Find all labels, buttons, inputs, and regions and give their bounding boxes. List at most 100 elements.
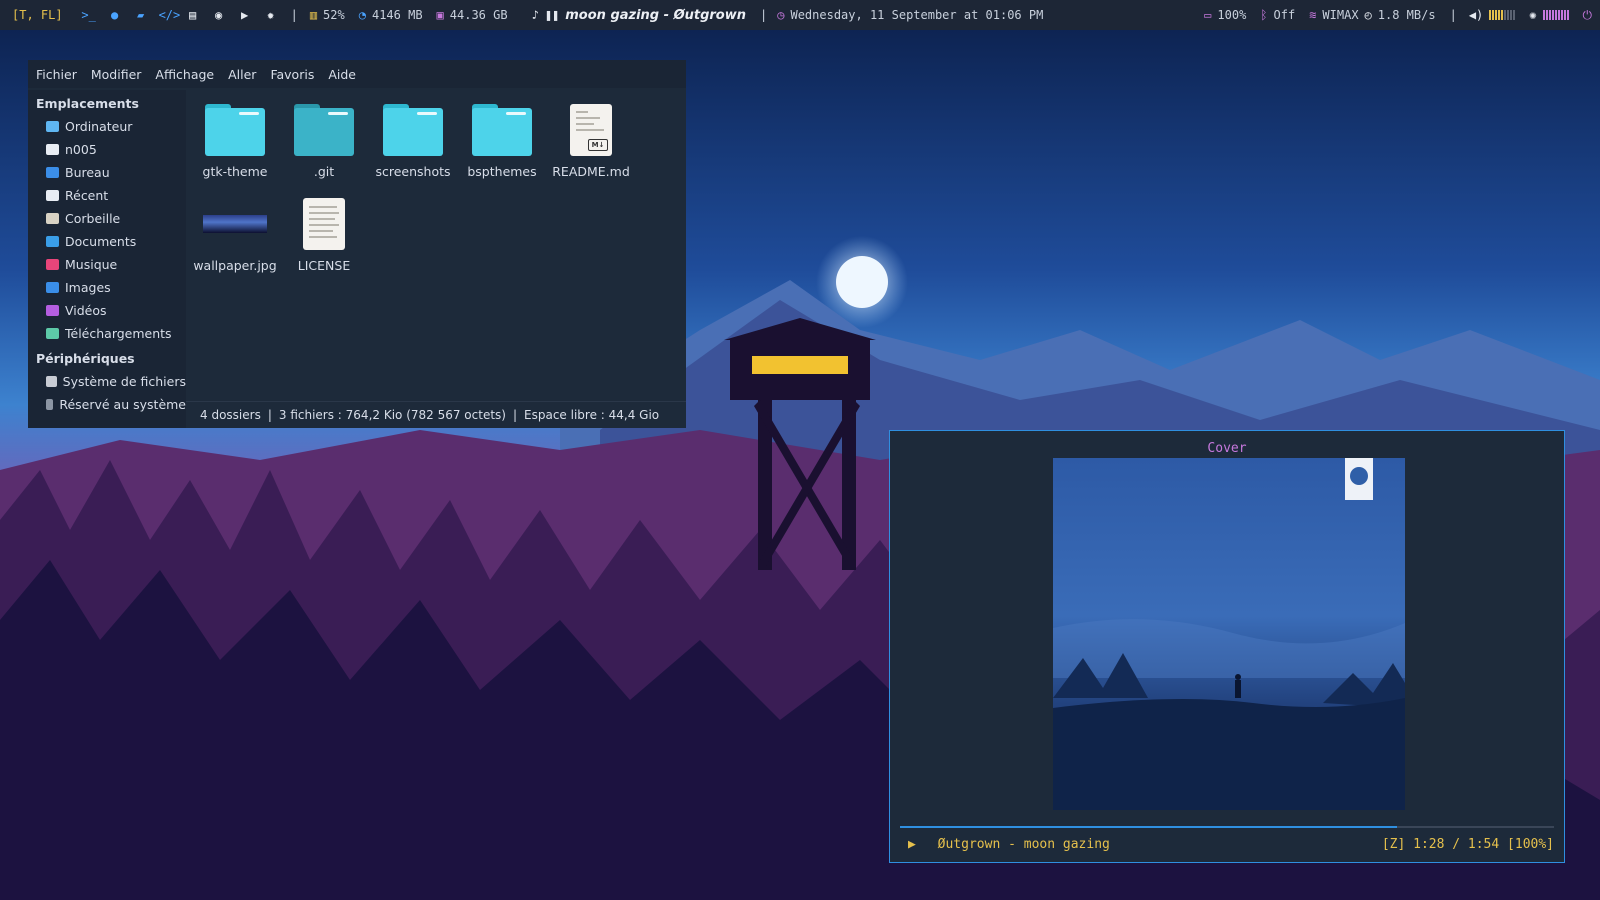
lofi-records-logo xyxy=(1345,458,1373,500)
sidebar-item-ordinateur[interactable]: Ordinateur xyxy=(28,115,186,138)
file-view: gtk-theme .git screenshots bspthemes M↓ … xyxy=(186,90,686,402)
datetime-value[interactable]: Wednesday, 11 September at 01:06 PM xyxy=(790,8,1043,22)
power-menu-icon[interactable]: ⏻ xyxy=(1583,8,1593,23)
code-icon[interactable]: </> xyxy=(159,8,181,22)
brightness-icon: ✺ xyxy=(1529,8,1537,22)
files-icon[interactable]: ▰ xyxy=(133,8,149,22)
drive-icon xyxy=(46,399,54,410)
sidebar-item-label: Bureau xyxy=(65,165,110,180)
status-files: 3 fichiers : 764,2 Kio (782 567 octets) xyxy=(278,408,506,422)
documents-folder-icon xyxy=(46,236,59,247)
sidebar-item-label: Vidéos xyxy=(65,303,107,318)
menu-aide[interactable]: Aide xyxy=(328,67,356,82)
sidebar-item-label: n005 xyxy=(65,142,97,157)
album-cover-art xyxy=(1053,458,1405,810)
text-file-icon xyxy=(303,198,345,250)
desktop-icon xyxy=(46,167,59,178)
file-item-git[interactable]: .git xyxy=(279,104,369,179)
top-status-bar: [T, FL] >_ ● ▰ </> ▤ ◉ ▶ ✹ | ▥ 52% ◔ 414… xyxy=(0,0,1600,30)
folder-icon xyxy=(294,104,354,156)
sidebar-item-images[interactable]: Images xyxy=(28,276,186,299)
playback-progress-bar[interactable] xyxy=(900,826,1554,828)
sidebar-item-label: Téléchargements xyxy=(65,326,172,341)
network-speed: 1.8 MB/s xyxy=(1377,8,1436,22)
workspace-indicator[interactable]: [T, FL] xyxy=(12,8,63,22)
menu-affichage[interactable]: Affichage xyxy=(155,67,214,82)
chat-icon[interactable]: ◉ xyxy=(211,8,227,22)
music-folder-icon xyxy=(46,259,59,270)
bluetooth-icon: ᛒ xyxy=(1260,8,1268,22)
wifi-icon: ≋ xyxy=(1309,8,1317,22)
sidebar-item-videos[interactable]: Vidéos xyxy=(28,299,186,322)
firefox-icon[interactable]: ● xyxy=(107,8,123,22)
book-icon[interactable]: ▤ xyxy=(185,8,201,22)
music-note-icon: ♪ xyxy=(531,8,539,22)
volume-stat[interactable]: ◀) xyxy=(1469,8,1516,22)
drive-icon xyxy=(46,376,57,387)
menu-fichier[interactable]: Fichier xyxy=(36,67,77,82)
brightness-stat[interactable]: ✺ xyxy=(1529,8,1569,22)
file-item-license[interactable]: LICENSE xyxy=(279,198,369,273)
now-playing-left: ▶ Øutgrown - moon gazing xyxy=(908,837,1110,852)
youtube-icon[interactable]: ▶ xyxy=(237,8,253,22)
volume-level-bars[interactable] xyxy=(1489,10,1516,20)
sidebar-item-recent[interactable]: Récent xyxy=(28,184,186,207)
ram-stat: ◔ 4146 MB xyxy=(359,8,423,22)
terminal-icon[interactable]: >_ xyxy=(81,8,97,22)
sidebar-item-telechargements[interactable]: Téléchargements xyxy=(28,322,186,345)
playback-progress-fill xyxy=(900,826,1398,828)
markdown-file-icon: M↓ xyxy=(570,104,612,156)
play-icon[interactable]: ▶ xyxy=(908,837,916,852)
sidebar-item-filesystem[interactable]: Système de fichiers xyxy=(28,370,186,393)
cpu-icon: ▥ xyxy=(309,8,318,22)
media-controls: ♪ ❚❚ moon gazing - Øutgrown xyxy=(532,8,746,23)
now-playing-line: ▶ Øutgrown - moon gazing [Z] 1:28 / 1:54… xyxy=(908,837,1554,852)
bluetooth-stat[interactable]: ᛒ Off xyxy=(1260,8,1295,22)
file-label: README.md xyxy=(552,164,630,179)
now-playing-text[interactable]: moon gazing - Øutgrown xyxy=(565,8,746,23)
brightness-level-bars[interactable] xyxy=(1542,10,1569,20)
network-name: WIMAX xyxy=(1322,8,1359,22)
status-free-space: Espace libre : 44,4 Gio xyxy=(524,408,660,422)
menu-aller[interactable]: Aller xyxy=(228,67,256,82)
file-label: wallpaper.jpg xyxy=(193,258,277,273)
bluetooth-value: Off xyxy=(1273,8,1296,22)
ram-value: 4146 MB xyxy=(371,8,423,22)
network-stat[interactable]: ≋ WIMAX ◴ 1.8 MB/s xyxy=(1309,8,1435,22)
disk-stat: ▣ 44.36 GB xyxy=(437,8,508,22)
status-bar: 4 dossiers | 3 fichiers : 764,2 Kio (782… xyxy=(186,401,686,428)
sidebar-item-reserved[interactable]: Réservé au système xyxy=(28,393,186,416)
recent-icon xyxy=(46,190,59,201)
sidebar-section-title: Périphériques xyxy=(36,351,135,366)
pictures-folder-icon xyxy=(46,282,59,293)
file-manager-window: Fichier Modifier Affichage Aller Favoris… xyxy=(28,60,686,428)
file-item-screenshots[interactable]: screenshots xyxy=(368,104,458,179)
sidebar-item-home[interactable]: n005 xyxy=(28,138,186,161)
ram-icon: ◔ xyxy=(358,8,366,22)
file-item-readme[interactable]: M↓ README.md xyxy=(546,104,636,179)
settings-icon[interactable]: ✹ xyxy=(263,8,279,22)
status-folders: 4 dossiers xyxy=(200,408,261,422)
file-label: gtk-theme xyxy=(202,164,268,179)
clock-icon: ◷ xyxy=(777,8,785,22)
pause-icon[interactable]: ❚❚ xyxy=(545,8,559,22)
disk-value: 44.36 GB xyxy=(449,8,508,22)
downloads-folder-icon xyxy=(46,328,59,339)
file-label: bspthemes xyxy=(467,164,537,179)
file-item-bspthemes[interactable]: bspthemes xyxy=(457,104,547,179)
sidebar-item-label: Corbeille xyxy=(65,211,121,226)
sidebar-item-label: Réservé au système xyxy=(59,397,186,412)
sidebar-item-label: Système de fichiers xyxy=(62,374,186,389)
file-item-wallpaper[interactable]: wallpaper.jpg xyxy=(190,198,280,273)
menu-modifier[interactable]: Modifier xyxy=(91,67,142,82)
disk-icon: ▣ xyxy=(436,8,444,22)
sidebar-item-bureau[interactable]: Bureau xyxy=(28,161,186,184)
sidebar-item-musique[interactable]: Musique xyxy=(28,253,186,276)
file-item-gtk-theme[interactable]: gtk-theme xyxy=(190,104,280,179)
file-label: screenshots xyxy=(375,164,451,179)
sidebar-item-corbeille[interactable]: Corbeille xyxy=(28,207,186,230)
cpu-stat: ▥ 52% xyxy=(310,8,345,22)
folder-icon xyxy=(205,104,265,156)
menu-favoris[interactable]: Favoris xyxy=(270,67,314,82)
sidebar-item-documents[interactable]: Documents xyxy=(28,230,186,253)
